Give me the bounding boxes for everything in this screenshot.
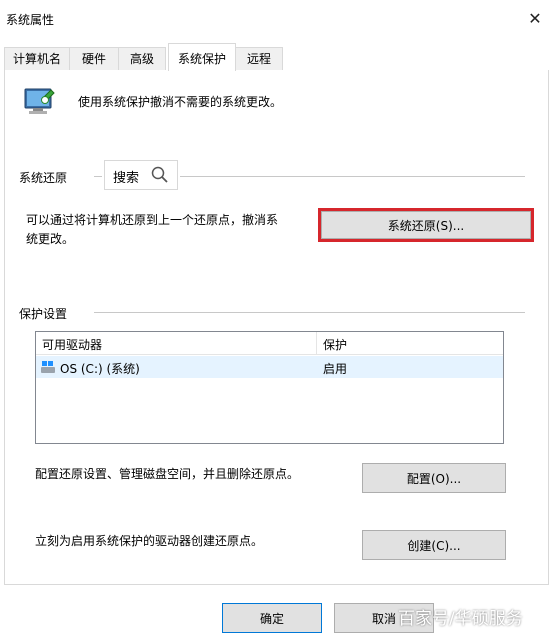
system-restore-button[interactable]: 系统还原(S)... [318,208,534,242]
protection-group-line [94,312,525,313]
search-overlay[interactable]: 搜索 [104,160,178,190]
title-bar [0,0,553,36]
intro-text: 使用系统保护撤消不需要的系统更改。 [78,95,283,109]
window-title: 系统属性 [6,13,55,27]
windows-drive-icon [40,360,56,374]
ok-button[interactable]: 确定 [222,603,322,633]
configure-button[interactable]: 配置(O)... [362,463,506,493]
watermark: 百家号/华硕服务 [398,609,523,629]
list-header: 可用驱动器 保护 [36,332,503,355]
tab-computer-name[interactable]: 计算机名 [4,47,70,70]
create-button[interactable]: 创建(C)... [362,530,506,560]
tab-system-protection[interactable]: 系统保护 [168,43,236,71]
restore-group-line [180,176,525,177]
restore-group-line-left [94,176,102,177]
tab-hardware[interactable]: 硬件 [69,47,119,70]
protection-group-label: 保护设置 [19,307,68,321]
drive-name: OS (C:) (系统) [60,362,140,376]
column-header-protection[interactable]: 保护 [323,336,347,353]
tab-advanced[interactable]: 高级 [118,47,166,70]
column-separator [316,332,317,354]
search-icon [150,165,170,185]
drive-protection-status: 启用 [323,362,348,376]
create-text: 立刻为启用系统保护的驱动器创建还原点。 [35,534,264,548]
tab-remote[interactable]: 远程 [235,47,283,70]
restore-description-line2: 统更改。 [26,232,75,246]
restore-group-label: 系统还原 [19,171,68,185]
drives-list[interactable]: 可用驱动器 保护 OS (C:) (系统) 启用 [35,331,504,444]
column-header-drive[interactable]: 可用驱动器 [42,336,102,353]
list-row-drive-c[interactable]: OS (C:) (系统) 启用 [36,356,503,378]
system-protection-icon [21,84,57,120]
search-overlay-label: 搜索 [113,171,140,186]
configure-text: 配置还原设置、管理磁盘空间，并且删除还原点。 [35,467,300,481]
tab-panel [4,70,549,585]
restore-description-line1: 可以通过将计算机还原到上一个还原点，撤消系 [26,213,279,227]
close-icon[interactable]: ✕ [523,7,547,31]
